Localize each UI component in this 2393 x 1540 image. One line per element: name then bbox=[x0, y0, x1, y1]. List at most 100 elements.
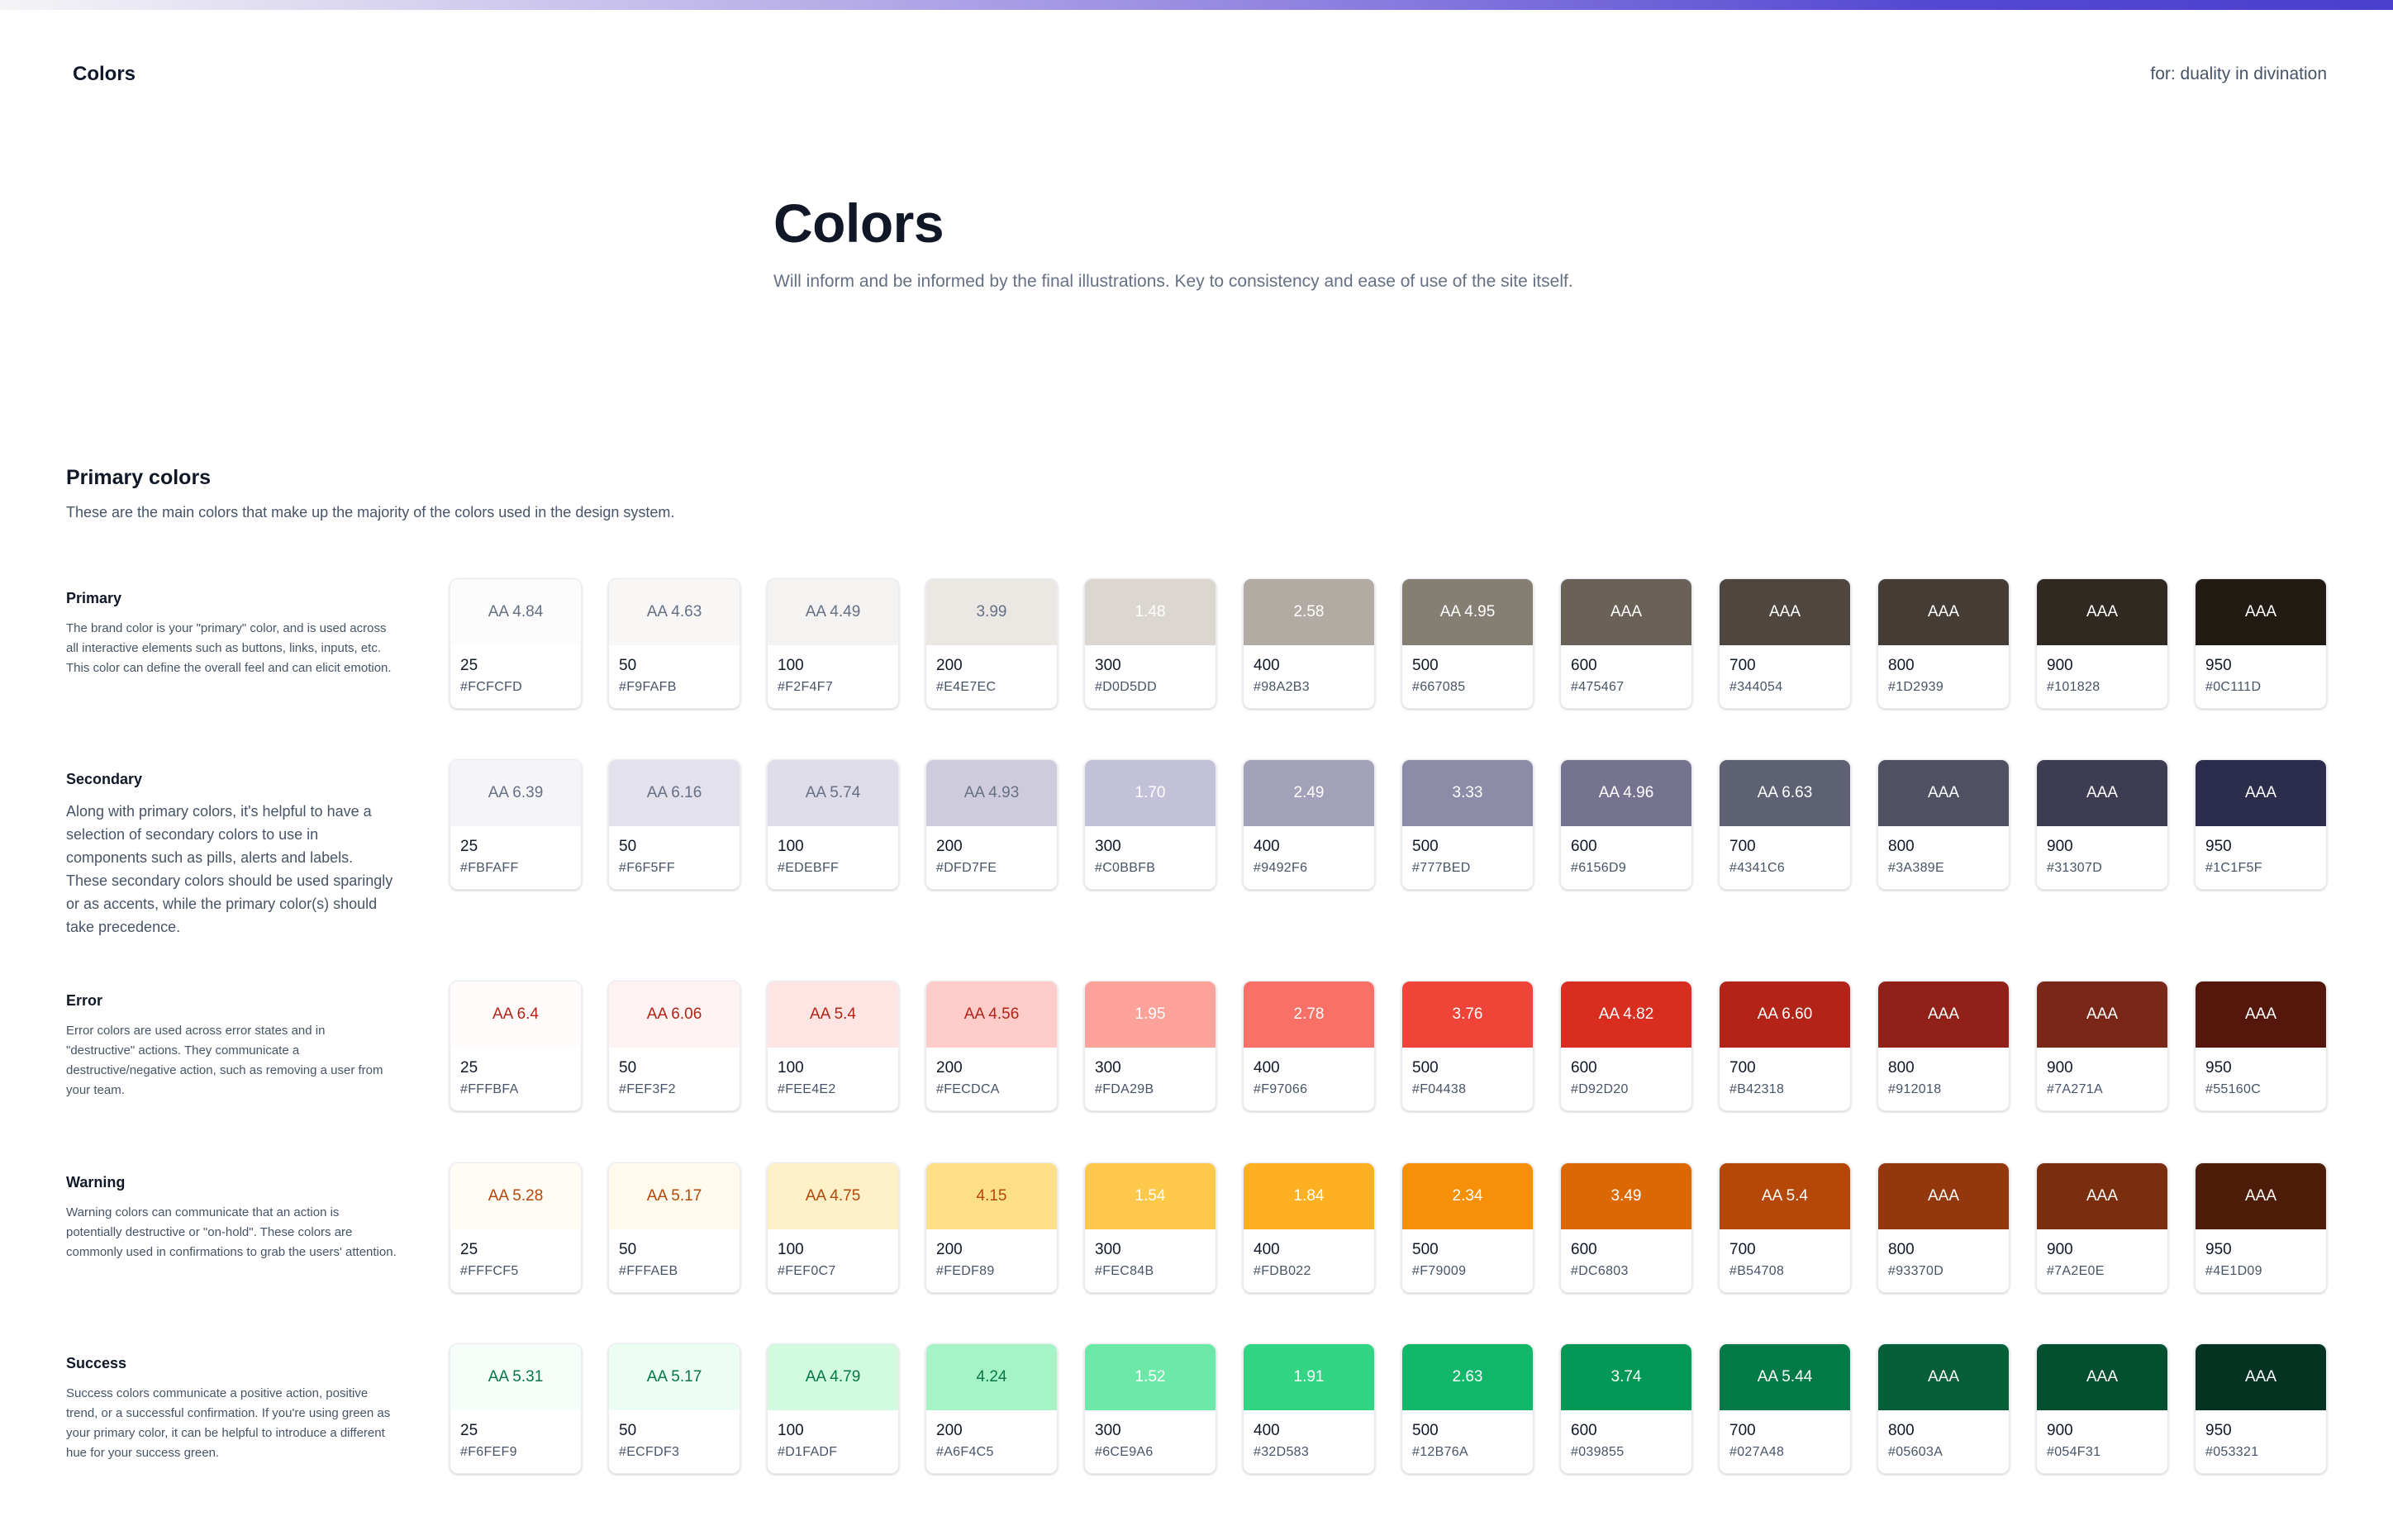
color-swatch-card[interactable]: AA 4.63 50 #F9FAFB bbox=[608, 578, 740, 709]
color-swatch-card[interactable]: AA 5.4 100 #FEE4E2 bbox=[767, 981, 899, 1111]
color-swatch-card[interactable]: 4.15 200 #FEDF89 bbox=[925, 1162, 1058, 1293]
color-swatch-card[interactable]: AA 4.93 200 #DFD7FE bbox=[925, 759, 1058, 890]
color-swatch-card[interactable]: 1.84 400 #FDB022 bbox=[1243, 1162, 1375, 1293]
group-description: The brand color is your "primary" color,… bbox=[66, 621, 392, 675]
color-swatch-card[interactable]: AAA 900 #7A271A bbox=[2036, 981, 2168, 1111]
swatch-chip-contrast: AA 6.06 bbox=[609, 982, 740, 1048]
color-swatch-card[interactable]: AA 5.4 700 #B54708 bbox=[1719, 1162, 1851, 1293]
swatch-hex: #667085 bbox=[1412, 680, 1466, 694]
swatch-step: 200 bbox=[936, 1241, 963, 1258]
color-swatch-card[interactable]: AA 4.82 600 #D92D20 bbox=[1560, 981, 1692, 1111]
color-swatch-card[interactable]: 3.49 600 #DC6803 bbox=[1560, 1162, 1692, 1293]
color-swatch-card[interactable]: AA 5.17 50 #ECFDF3 bbox=[608, 1343, 740, 1474]
group-name: Success bbox=[66, 1355, 127, 1371]
swatch-hex: #9492F6 bbox=[1254, 861, 1308, 875]
swatch-step: 500 bbox=[1412, 1422, 1439, 1439]
color-swatch-card[interactable]: AAA 700 #344054 bbox=[1719, 578, 1851, 709]
swatch-row: AA 6.39 25 #FBFAFF AA 6.16 50 #F6F5FF AA 5.74 1… bbox=[450, 759, 2327, 890]
color-swatch-card[interactable]: AAA 950 #053321 bbox=[2195, 1343, 2327, 1474]
swatch-step: 700 bbox=[1729, 1241, 1756, 1258]
color-swatch-card[interactable]: 1.70 300 #C0BBFB bbox=[1084, 759, 1216, 890]
swatch-chip-contrast: 1.48 bbox=[1085, 579, 1216, 645]
color-swatch-card[interactable]: AA 5.17 50 #FFFAEB bbox=[608, 1162, 740, 1293]
swatch-hex: #3A389E bbox=[1888, 861, 1944, 875]
color-swatch-card[interactable]: 3.99 200 #E4E7EC bbox=[925, 578, 1058, 709]
color-swatch-card[interactable]: AA 6.16 50 #F6F5FF bbox=[608, 759, 740, 890]
color-swatch-card[interactable]: AA 5.74 100 #EDEBFF bbox=[767, 759, 899, 890]
swatch-chip-contrast: AAA bbox=[1878, 982, 2009, 1048]
color-swatch-card[interactable]: AAA 800 #912018 bbox=[1877, 981, 2010, 1111]
swatch-chip-contrast: 2.34 bbox=[1402, 1163, 1533, 1229]
color-swatch-card[interactable]: 3.74 600 #039855 bbox=[1560, 1343, 1692, 1474]
swatch-chip-contrast: AA 5.17 bbox=[609, 1344, 740, 1410]
color-swatch-card[interactable]: AA 6.4 25 #FFFBFA bbox=[450, 981, 582, 1111]
swatch-step: 400 bbox=[1254, 1422, 1280, 1439]
color-swatch-card[interactable]: AA 4.49 100 #F2F4F7 bbox=[767, 578, 899, 709]
color-swatch-card[interactable]: AAA 950 #55160C bbox=[2195, 981, 2327, 1111]
swatch-hex: #ECFDF3 bbox=[619, 1445, 680, 1459]
color-swatch-card[interactable]: 2.78 400 #F97066 bbox=[1243, 981, 1375, 1111]
swatch-step: 500 bbox=[1412, 1241, 1439, 1258]
color-swatch-card[interactable]: AAA 950 #4E1D09 bbox=[2195, 1162, 2327, 1293]
swatch-chip-contrast: AAA bbox=[2196, 1344, 2326, 1410]
swatch-step: 300 bbox=[1095, 1422, 1121, 1439]
color-swatch-card[interactable]: AAA 800 #93370D bbox=[1877, 1162, 2010, 1293]
color-swatch-card[interactable]: AAA 900 #101828 bbox=[2036, 578, 2168, 709]
color-swatch-card[interactable]: AAA 900 #7A2E0E bbox=[2036, 1162, 2168, 1293]
color-swatch-card[interactable]: 1.91 400 #32D583 bbox=[1243, 1343, 1375, 1474]
swatch-hex: #344054 bbox=[1729, 680, 1783, 694]
color-swatch-card[interactable]: AA 4.95 500 #667085 bbox=[1401, 578, 1534, 709]
swatch-hex: #FFFCF5 bbox=[460, 1264, 519, 1278]
color-swatch-card[interactable]: AA 6.63 700 #4341C6 bbox=[1719, 759, 1851, 890]
color-swatch-card[interactable]: AAA 900 #054F31 bbox=[2036, 1343, 2168, 1474]
color-swatch-card[interactable]: AAA 800 #3A389E bbox=[1877, 759, 2010, 890]
color-swatch-card[interactable]: AA 4.75 100 #FEF0C7 bbox=[767, 1162, 899, 1293]
color-swatch-card[interactable]: 2.34 500 #F79009 bbox=[1401, 1162, 1534, 1293]
swatch-step: 400 bbox=[1254, 838, 1280, 855]
swatch-hex: #7A2E0E bbox=[2047, 1264, 2105, 1278]
color-swatch-card[interactable]: AA 5.28 25 #FFFCF5 bbox=[450, 1162, 582, 1293]
color-swatch-card[interactable]: AA 6.60 700 #B42318 bbox=[1719, 981, 1851, 1111]
color-swatch-card[interactable]: AAA 950 #1C1F5F bbox=[2195, 759, 2327, 890]
swatch-step: 900 bbox=[2047, 1059, 2073, 1077]
color-swatch-card[interactable]: 3.76 500 #F04438 bbox=[1401, 981, 1534, 1111]
color-swatch-card[interactable]: AA 4.56 200 #FECDCA bbox=[925, 981, 1058, 1111]
color-swatch-card[interactable]: AAA 950 #0C111D bbox=[2195, 578, 2327, 709]
color-swatch-card[interactable]: AA 6.39 25 #FBFAFF bbox=[450, 759, 582, 890]
color-swatch-card[interactable]: 4.24 200 #A6F4C5 bbox=[925, 1343, 1058, 1474]
swatch-step: 600 bbox=[1571, 1422, 1597, 1439]
color-swatch-card[interactable]: 2.49 400 #9492F6 bbox=[1243, 759, 1375, 890]
swatch-hex: #FFFAEB bbox=[619, 1264, 678, 1278]
color-swatch-card[interactable]: 1.48 300 #D0D5DD bbox=[1084, 578, 1216, 709]
swatch-hex: #31307D bbox=[2047, 861, 2103, 875]
group-description: Along with primary colors, it's helpful … bbox=[66, 803, 393, 935]
color-swatch-card[interactable]: AAA 800 #1D2939 bbox=[1877, 578, 2010, 709]
color-swatch-card[interactable]: AA 4.84 25 #FCFCFD bbox=[450, 578, 582, 709]
color-swatch-card[interactable]: AAA 900 #31307D bbox=[2036, 759, 2168, 890]
color-swatch-card[interactable]: 1.54 300 #FEC84B bbox=[1084, 1162, 1216, 1293]
swatch-chip-contrast: AAA bbox=[1878, 1163, 2009, 1229]
color-swatch-card[interactable]: 2.58 400 #98A2B3 bbox=[1243, 578, 1375, 709]
swatch-hex: #FBFAFF bbox=[460, 861, 519, 875]
color-swatch-card[interactable]: 2.63 500 #12B76A bbox=[1401, 1343, 1534, 1474]
color-swatch-card[interactable]: 1.95 300 #FDA29B bbox=[1084, 981, 1216, 1111]
swatch-hex: #475467 bbox=[1571, 680, 1625, 694]
color-swatch-card[interactable]: AAA 800 #05603A bbox=[1877, 1343, 2010, 1474]
color-swatch-card[interactable]: AA 5.44 700 #027A48 bbox=[1719, 1343, 1851, 1474]
swatch-step: 950 bbox=[2205, 657, 2232, 674]
color-swatch-card[interactable]: AA 6.06 50 #FEF3F2 bbox=[608, 981, 740, 1111]
swatch-chip-contrast: AA 4.93 bbox=[926, 760, 1057, 826]
group-info: Primary The brand color is your "primary"… bbox=[66, 590, 397, 678]
color-swatch-card[interactable]: AA 4.96 600 #6156D9 bbox=[1560, 759, 1692, 890]
color-swatch-card[interactable]: AAA 600 #475467 bbox=[1560, 578, 1692, 709]
swatch-hex: #FECDCA bbox=[936, 1082, 1000, 1096]
color-swatch-card[interactable]: 3.33 500 #777BED bbox=[1401, 759, 1534, 890]
swatch-hex: #1D2939 bbox=[1888, 680, 1944, 694]
swatch-row: AA 5.31 25 #F6FEF9 AA 5.17 50 #ECFDF3 AA 4.79 1… bbox=[450, 1343, 2327, 1474]
color-swatch-card[interactable]: AA 5.31 25 #F6FEF9 bbox=[450, 1343, 582, 1474]
swatch-chip-contrast: 2.63 bbox=[1402, 1344, 1533, 1410]
swatch-step: 700 bbox=[1729, 1422, 1756, 1439]
color-swatch-card[interactable]: AA 4.79 100 #D1FADF bbox=[767, 1343, 899, 1474]
swatch-step: 400 bbox=[1254, 1241, 1280, 1258]
color-swatch-card[interactable]: 1.52 300 #6CE9A6 bbox=[1084, 1343, 1216, 1474]
